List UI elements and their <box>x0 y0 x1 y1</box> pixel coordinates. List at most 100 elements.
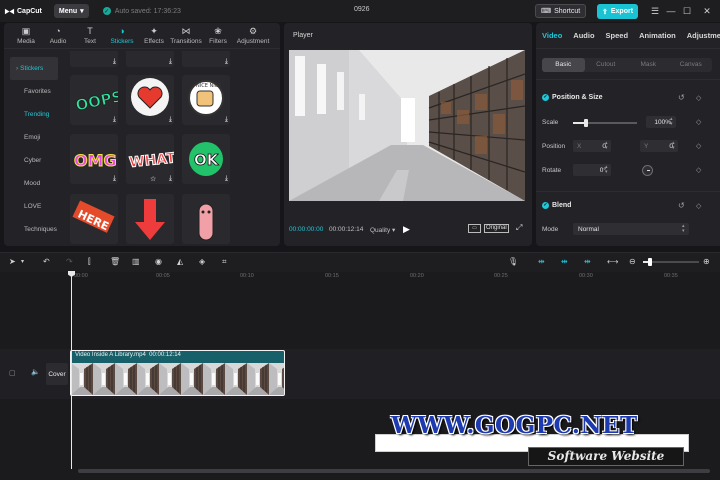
sticker-item[interactable]: ⤓ <box>182 51 230 67</box>
y-stepper-icon[interactable]: ▴ ▾ <box>672 141 675 151</box>
tool-text[interactable]: T Text <box>74 23 106 48</box>
subtab-mask[interactable]: Mask <box>627 58 670 72</box>
select-pointer-icon[interactable]: ➤ <box>9 257 16 267</box>
tool-audio[interactable]: ◔ Audio <box>42 23 74 48</box>
sticker-oops[interactable]: OOPS ⤓ <box>70 75 118 125</box>
scale-slider-handle[interactable] <box>583 119 588 127</box>
sticker-finger[interactable] <box>182 194 230 244</box>
nav-item-stickers[interactable]: › Stickers <box>10 57 58 80</box>
position-size-section[interactable]: ✓ Position & Size <box>542 94 603 101</box>
aspect-ratio-icon[interactable]: ▭ <box>468 224 481 233</box>
nav-item-emoji[interactable]: Emoji <box>10 126 58 149</box>
video-preview[interactable] <box>289 50 525 201</box>
keyframe-icon[interactable]: ◇ <box>696 202 701 210</box>
linkage-icon[interactable]: ⇹ <box>584 257 591 267</box>
blend-mode-select[interactable]: Normal <box>573 223 689 235</box>
track-mute-icon[interactable]: 🔈 <box>31 368 40 376</box>
keyframe-icon[interactable]: ◇ <box>696 142 701 150</box>
keyframe-icon[interactable]: ◇ <box>696 166 701 174</box>
tool-transitions[interactable]: ⋈ Transitions <box>170 23 202 48</box>
redo-icon[interactable]: ↷ <box>66 257 73 267</box>
timeline-zoom-slider[interactable] <box>643 258 699 266</box>
keyframe-icon[interactable]: ◇ <box>696 118 701 126</box>
sticker-nice[interactable]: NICE NICE ⤓ <box>182 75 230 125</box>
rotate-icon[interactable]: ◈ <box>199 257 205 267</box>
subtab-cutout[interactable]: Cutout <box>585 58 628 72</box>
nav-item-love[interactable]: LOVE <box>10 195 58 218</box>
checkbox-checked-icon[interactable]: ✓ <box>542 94 549 101</box>
chevron-down-icon[interactable]: ▾ <box>21 257 24 267</box>
nav-item-techniques[interactable]: Techniques <box>10 218 58 241</box>
tool-adjustment[interactable]: ⚙ Adjustment <box>234 23 272 48</box>
project-name[interactable]: 0926 <box>354 6 370 13</box>
video-clip[interactable]: Video Inside A Library.mp4 00:00:12:14 <box>70 350 285 396</box>
scale-stepper-icon[interactable]: ▴ ▾ <box>670 117 673 127</box>
undo-icon[interactable]: ↶ <box>43 257 50 267</box>
nav-item-mood[interactable]: Mood <box>10 172 58 195</box>
menu-button[interactable]: Menu ▾ <box>53 4 89 18</box>
subtab-basic[interactable]: Basic <box>542 58 585 72</box>
track-lock-icon[interactable]: ▢ <box>9 369 16 377</box>
tab-audio[interactable]: Audio <box>573 31 594 40</box>
minimize-icon[interactable]: — <box>664 4 678 18</box>
quality-dropdown[interactable]: Quality ▾ <box>370 226 395 234</box>
microphone-icon[interactable]: 🎙 <box>508 257 518 267</box>
auto-snap-icon[interactable]: ⇹ <box>561 257 568 267</box>
cover-button[interactable]: Cover <box>46 363 68 385</box>
reverse-icon[interactable]: ◉ <box>155 257 162 267</box>
star-icon: ☆ <box>150 176 157 183</box>
sticker-ok[interactable]: OK ⤓ <box>182 134 230 184</box>
tool-effects[interactable]: ✦ Effects <box>138 23 170 48</box>
subtab-canvas[interactable]: Canvas <box>670 58 713 72</box>
fullscreen-icon[interactable]: ⤢ <box>516 223 522 233</box>
crop-icon[interactable]: ⌗ <box>222 257 227 267</box>
sticker-item[interactable]: ⤓ <box>70 51 118 67</box>
nav-item-favorites[interactable]: Favorites <box>10 80 58 103</box>
zoom-in-icon[interactable]: ⊕ <box>703 257 710 267</box>
original-ratio-button[interactable]: Original <box>484 224 509 233</box>
sticker-here[interactable]: HERE <box>70 194 118 244</box>
scale-slider[interactable] <box>573 119 637 127</box>
nav-item-trending[interactable]: Trending <box>10 103 58 126</box>
export-button[interactable]: ⇪ Export <box>597 4 639 19</box>
freeze-frame-icon[interactable]: ▥ <box>132 257 140 267</box>
maximize-icon[interactable]: ☐ <box>680 4 694 18</box>
mirror-icon[interactable]: ◭ <box>177 257 183 267</box>
sticker-heart[interactable]: ⤓ <box>126 75 174 125</box>
x-stepper-icon[interactable]: ▴ ▾ <box>605 141 608 151</box>
reset-icon[interactable]: ↺ <box>678 201 685 210</box>
nav-item-cyber[interactable]: Cyber <box>10 149 58 172</box>
timeline-horizontal-scrollbar[interactable] <box>78 469 710 473</box>
shortcut-button[interactable]: ⌨ Shortcut <box>535 4 587 18</box>
split-icon[interactable]: ⫿ <box>88 257 91 267</box>
tool-filters[interactable]: ❀ Filters <box>202 23 234 48</box>
zoom-out-icon[interactable]: ⊖ <box>629 257 636 267</box>
more-options-icon[interactable]: ☰ <box>648 4 662 18</box>
preview-axis-icon[interactable]: ⟷ <box>607 257 618 267</box>
download-icon: ⤓ <box>168 116 172 123</box>
rotate-dial[interactable] <box>642 165 653 176</box>
play-icon[interactable]: ▶ <box>403 224 410 235</box>
reset-icon[interactable]: ↺ <box>678 93 685 102</box>
tab-animation[interactable]: Animation <box>639 31 676 40</box>
playhead[interactable] <box>71 271 72 469</box>
close-icon[interactable]: ✕ <box>700 4 714 18</box>
sticker-omg[interactable]: OMG ⤓ <box>70 134 118 184</box>
sticker-what[interactable]: WHAT ☆ ⤓ <box>126 134 174 184</box>
main-track-magnet-icon[interactable]: ⇹ <box>538 257 545 267</box>
keyframe-icon[interactable]: ◇ <box>696 94 701 102</box>
sticker-arrow[interactable] <box>126 194 174 244</box>
delete-icon[interactable]: 🗑 <box>110 257 120 267</box>
checkbox-checked-icon[interactable]: ✓ <box>542 202 549 209</box>
tool-media[interactable]: ▣ Media <box>10 23 42 48</box>
blend-section[interactable]: ✓ Blend <box>542 202 571 209</box>
tool-stickers[interactable]: ◑ Stickers <box>106 23 138 48</box>
time-ruler[interactable]: 00:00 00:05 00:10 00:15 00:20 00:25 00:3… <box>70 272 720 282</box>
rotate-stepper-icon[interactable]: ▴ ▾ <box>605 165 608 175</box>
tab-adjustment[interactable]: Adjustment <box>687 31 720 40</box>
sticker-item[interactable]: ⤓ <box>126 51 174 67</box>
tab-speed[interactable]: Speed <box>606 31 629 40</box>
zoom-slider-handle[interactable] <box>647 258 652 266</box>
tab-video[interactable]: Video <box>542 31 562 40</box>
select-arrows-icon[interactable]: ▴ ▾ <box>682 224 685 234</box>
